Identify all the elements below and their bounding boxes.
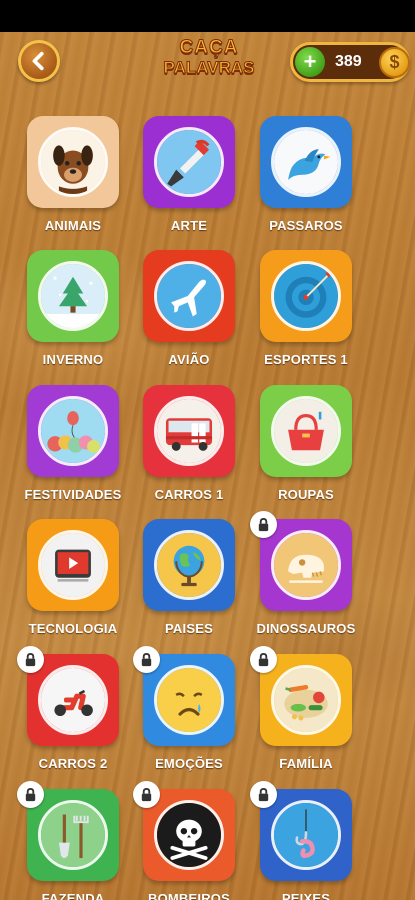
- handbag-icon: [271, 396, 341, 466]
- category-label: AVIÃO: [168, 352, 210, 367]
- category-item[interactable]: ROUPAS: [241, 385, 371, 520]
- scooter-icon: [38, 665, 108, 735]
- category-label: FAMÍLIA: [279, 756, 333, 771]
- category-tile[interactable]: [143, 519, 235, 611]
- category-label: CARROS 1: [154, 487, 224, 502]
- category-tile[interactable]: [260, 116, 352, 208]
- category-item[interactable]: EMOÇÕES: [124, 646, 254, 789]
- category-label: EMOÇÕES: [155, 756, 223, 771]
- category-label: DINOSSAUROS: [256, 621, 356, 636]
- category-item[interactable]: FESTIVIDADES: [8, 385, 138, 520]
- category-label: ROUPAS: [278, 487, 334, 502]
- category-item[interactable]: FAMÍLIA: [241, 646, 371, 789]
- padlock-icon: [141, 787, 152, 802]
- category-label: TECNOLOGIA: [28, 621, 118, 636]
- category-item[interactable]: ARTE: [124, 116, 254, 251]
- category-tile[interactable]: [260, 250, 352, 342]
- padlock-icon: [141, 652, 152, 667]
- shovel-rake-icon: [38, 800, 108, 870]
- category-item[interactable]: PEIXES: [241, 781, 371, 900]
- fishing-hook-icon: [271, 800, 341, 870]
- pine-tree-icon: [38, 261, 108, 331]
- category-tile[interactable]: [27, 116, 119, 208]
- lock-badge: [250, 511, 277, 538]
- dartboard-icon: [271, 261, 341, 331]
- category-tile[interactable]: [27, 385, 119, 477]
- sad-face-icon: [154, 665, 224, 735]
- category-item[interactable]: TECNOLOGIA: [8, 519, 138, 654]
- lock-badge: [250, 781, 277, 808]
- category-tile[interactable]: [27, 519, 119, 611]
- category-item[interactable]: CARROS 2: [8, 646, 138, 789]
- bird-icon: [271, 127, 341, 197]
- padlock-icon: [258, 652, 269, 667]
- category-label: ESPORTES 1: [264, 352, 348, 367]
- dog-icon: [38, 127, 108, 197]
- skull-crossbones-icon: [154, 800, 224, 870]
- category-label: BOMBEIROS: [148, 891, 230, 900]
- category-label: CARROS 2: [38, 756, 108, 771]
- lock-badge: [17, 781, 44, 808]
- category-item[interactable]: CARROS 1: [124, 385, 254, 520]
- category-item[interactable]: ESPORTES 1: [241, 250, 371, 385]
- bus-icon: [154, 396, 224, 466]
- category-item[interactable]: FAZENDA: [8, 781, 138, 900]
- lock-badge: [133, 781, 160, 808]
- category-label: PEIXES: [281, 891, 331, 900]
- category-tile[interactable]: [143, 116, 235, 208]
- category-label: PAISES: [165, 621, 213, 636]
- category-tile[interactable]: [260, 385, 352, 477]
- paintbrush-icon: [154, 127, 224, 197]
- globe-icon: [154, 530, 224, 600]
- category-item[interactable]: ANIMAIS: [8, 116, 138, 251]
- balloons-icon: [38, 396, 108, 466]
- category-tile[interactable]: [27, 250, 119, 342]
- category-tile[interactable]: [143, 385, 235, 477]
- category-grid: ANIMAIS ARTE PASSAROS INVERNO AVIÃO ESPORTES …: [0, 0, 415, 900]
- category-item[interactable]: INVERNO: [8, 250, 138, 385]
- category-item[interactable]: BOMBEIROS: [124, 781, 254, 900]
- padlock-icon: [258, 517, 269, 532]
- padlock-icon: [25, 787, 36, 802]
- category-item[interactable]: DINOSSAUROS: [241, 511, 371, 654]
- padlock-icon: [25, 652, 36, 667]
- video-player-icon: [38, 530, 108, 600]
- vegetables-icon: [271, 665, 341, 735]
- category-item[interactable]: AVIÃO: [124, 250, 254, 385]
- dinosaur-skull-icon: [271, 530, 341, 600]
- lock-badge: [17, 646, 44, 673]
- category-label: PASSAROS: [269, 218, 343, 233]
- category-label: ARTE: [170, 218, 208, 233]
- padlock-icon: [258, 787, 269, 802]
- lock-badge: [250, 646, 277, 673]
- category-item[interactable]: PAISES: [124, 519, 254, 654]
- category-item[interactable]: PASSAROS: [241, 116, 371, 251]
- category-label: FESTIVIDADES: [24, 487, 122, 502]
- airplane-icon: [154, 261, 224, 331]
- category-tile[interactable]: [143, 250, 235, 342]
- category-label: ANIMAIS: [44, 218, 102, 233]
- category-label: FAZENDA: [41, 891, 105, 900]
- lock-badge: [133, 646, 160, 673]
- category-label: INVERNO: [42, 352, 104, 367]
